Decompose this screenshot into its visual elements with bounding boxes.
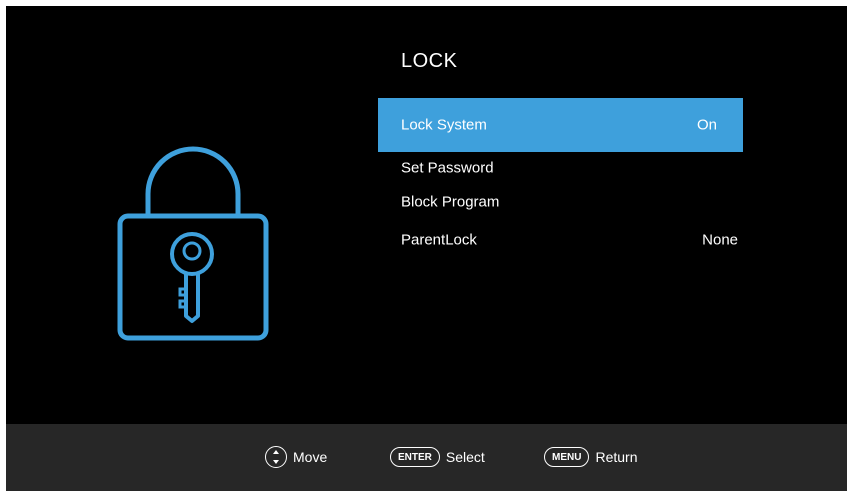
enter-key-icon: ENTER	[390, 447, 440, 467]
menu-item-block-program[interactable]: Block Program	[378, 185, 743, 219]
up-down-nav-icon	[265, 446, 287, 468]
select-label: Select	[445, 449, 485, 465]
menu-item-label: ParentLock	[401, 231, 477, 249]
menu-item-lock-system[interactable]: Lock System On	[378, 98, 743, 152]
menu-item-set-password[interactable]: Set Password	[378, 151, 743, 185]
move-hint: Move	[265, 444, 327, 470]
menu-item-parent-lock[interactable]: ParentLock None	[378, 223, 743, 257]
menu-item-label: Set Password	[401, 159, 494, 177]
menu-item-label: Block Program	[401, 193, 500, 211]
tv-screen: LOCK Lock System On Set Password Block P…	[6, 6, 847, 491]
menu-item-label: Lock System	[401, 116, 487, 134]
menu-item-value: On	[696, 116, 717, 134]
move-label: Move	[293, 449, 328, 465]
menu-key-icon: MENU	[544, 447, 590, 467]
padlock-key-icon	[117, 146, 269, 341]
return-hint: MENU Return	[544, 444, 637, 470]
return-label: Return	[595, 449, 638, 465]
menu-item-value: None	[702, 231, 738, 249]
menu-title: LOCK	[401, 50, 458, 72]
select-hint: ENTER Select	[390, 444, 485, 470]
footer-hint-bar: Move ENTER Select MENU Return	[6, 424, 847, 491]
